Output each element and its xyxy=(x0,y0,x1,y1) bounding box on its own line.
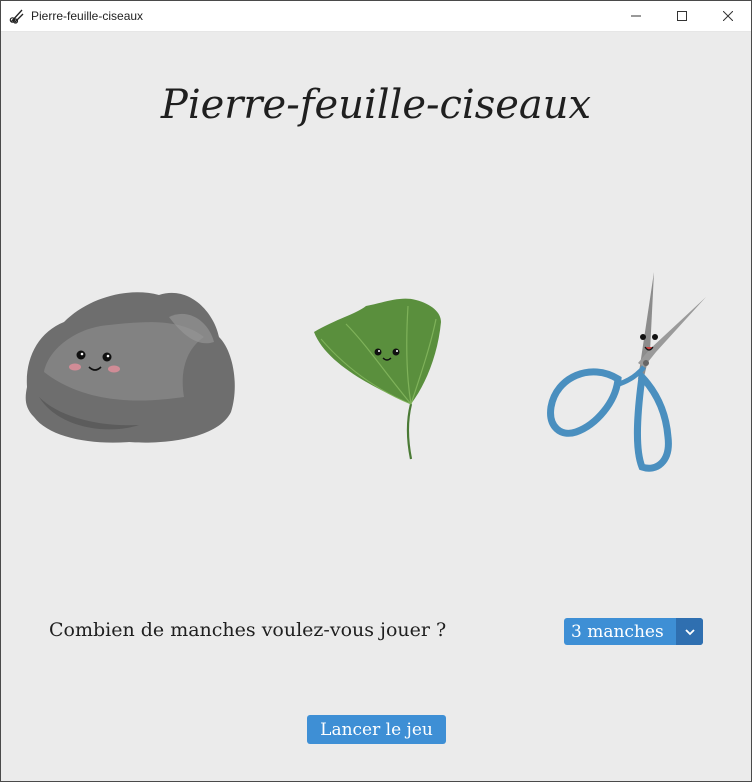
rounds-question: Combien de manches voulez-vous jouer ? xyxy=(49,619,447,641)
maximize-icon xyxy=(677,11,687,21)
minimize-icon xyxy=(631,15,641,17)
rounds-select-value: 3 manches xyxy=(571,621,664,642)
app-window: Pierre-feuille-ciseaux Pierre-feuille-ci… xyxy=(0,0,752,782)
close-icon xyxy=(723,11,733,21)
title-bar: Pierre-feuille-ciseaux xyxy=(1,1,751,32)
scissors-icon xyxy=(9,8,25,24)
close-button[interactable] xyxy=(705,1,751,31)
rock-image[interactable] xyxy=(19,277,239,447)
scissors-image[interactable] xyxy=(546,267,711,477)
main-content: Pierre-feuille-ciseaux Combien de manche… xyxy=(1,32,751,781)
minimize-button[interactable] xyxy=(613,1,659,31)
leaf-image[interactable] xyxy=(306,294,446,464)
page-title: Pierre-feuille-ciseaux xyxy=(160,82,592,128)
rounds-select[interactable]: 3 manches xyxy=(564,618,703,645)
chevron-down-icon[interactable] xyxy=(676,618,703,645)
window-title: Pierre-feuille-ciseaux xyxy=(31,9,144,23)
launch-game-button[interactable]: Lancer le jeu xyxy=(307,715,446,744)
maximize-button[interactable] xyxy=(659,1,705,31)
